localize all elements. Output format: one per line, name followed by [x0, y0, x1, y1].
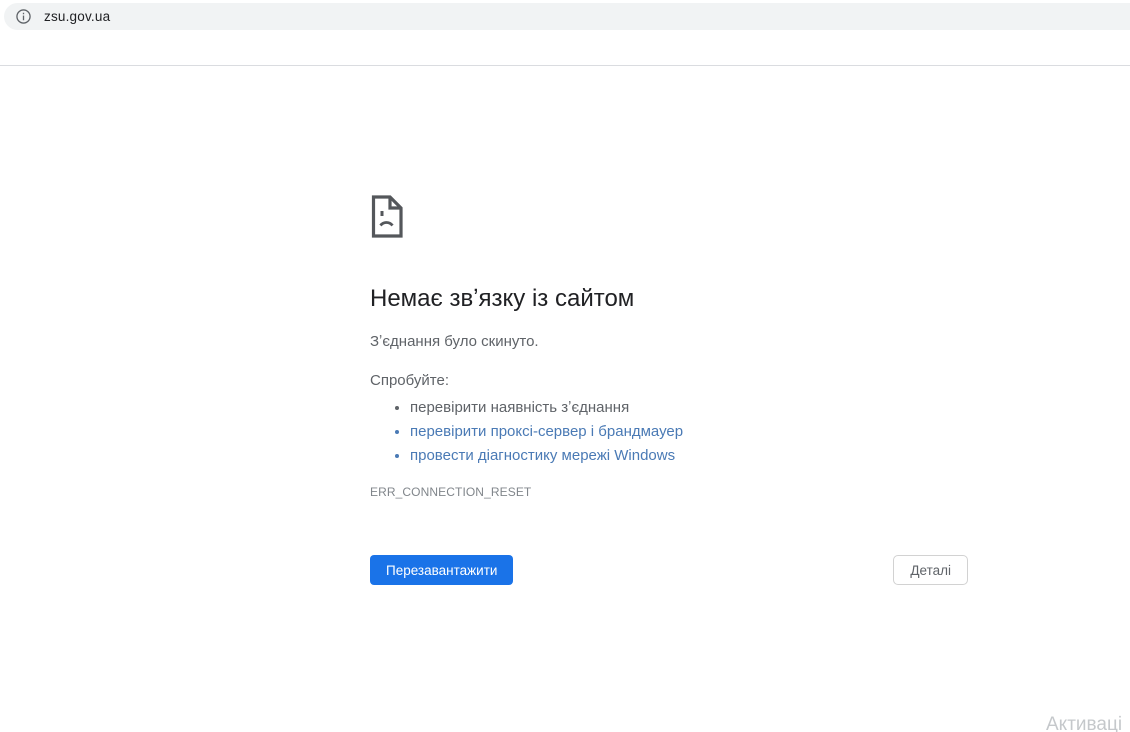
windows-activation-watermark: Активаці [1046, 714, 1122, 732]
suggestion-check-connection: перевірити наявність зʼєднання [410, 396, 968, 420]
buttons-row: Перезавантажити Деталі [370, 555, 968, 585]
error-title: Немає звʼязку із сайтом [370, 285, 634, 313]
suggestion-proxy-firewall-link[interactable]: перевірити проксі-сервер і брандмауер [410, 420, 968, 444]
error-subtitle: Зʼєднання було скинуто. [370, 333, 539, 350]
suggestions-list: перевірити наявність зʼєднання перевірит… [370, 396, 968, 468]
suggestions-label: Спробуйте: [370, 372, 449, 389]
sad-file-icon [370, 195, 404, 238]
browser-error-page: { "browser": { "url": "zsu.gov.ua" }, "e… [0, 0, 1130, 732]
info-icon[interactable] [16, 9, 31, 24]
error-content: Немає звʼязку із сайтом Зʼєднання було с… [370, 0, 968, 732]
url-text[interactable]: zsu.gov.ua [44, 9, 110, 24]
reload-button[interactable]: Перезавантажити [370, 555, 513, 585]
details-button[interactable]: Деталі [893, 555, 968, 585]
error-code: ERR_CONNECTION_RESET [370, 485, 531, 499]
suggestion-network-diagnostics-link[interactable]: провести діагностику мережі Windows [410, 444, 968, 468]
